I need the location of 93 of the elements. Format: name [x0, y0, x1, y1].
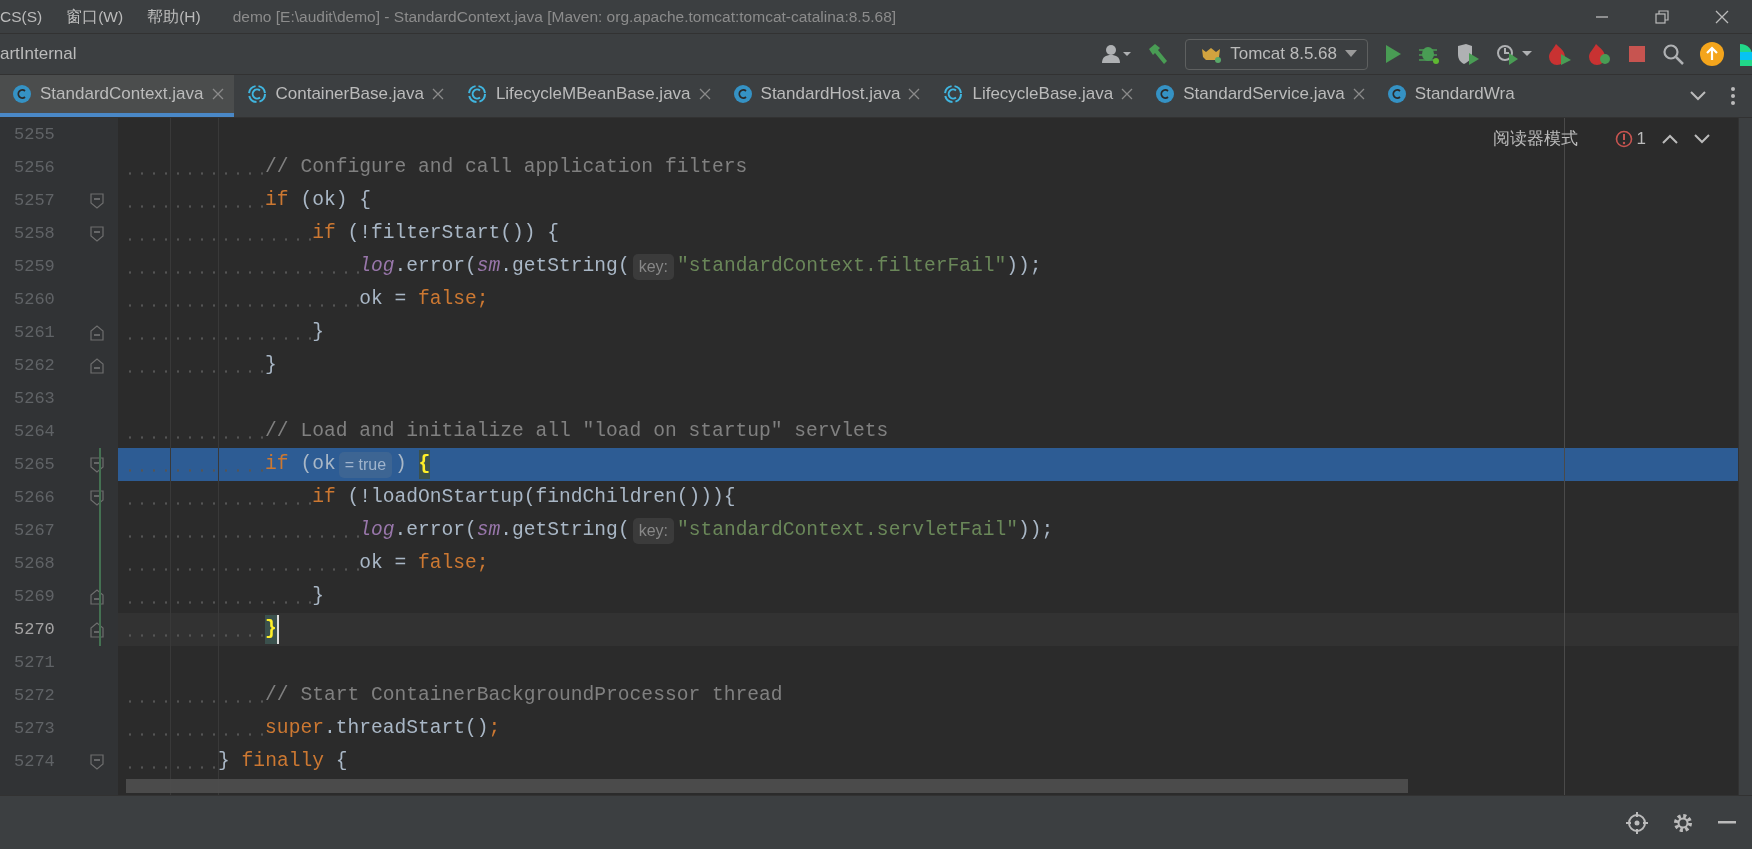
menu-item[interactable]: CS(S): [0, 4, 43, 29]
flame-run-icon[interactable]: [1548, 43, 1572, 65]
code-line: } finally {: [118, 745, 1738, 778]
close-icon[interactable]: [698, 88, 711, 100]
chevron-down-icon[interactable]: [1690, 91, 1706, 101]
field-name: sm: [476, 517, 501, 543]
user-icon[interactable]: [1101, 44, 1132, 64]
string-literal: "standardContext.filterFail": [677, 253, 1007, 279]
app-logo-icon[interactable]: [1740, 42, 1752, 66]
horizontal-scrollbar[interactable]: [126, 779, 1408, 793]
code-text: ));: [1018, 517, 1054, 543]
code-text: (ok: [299, 451, 336, 477]
file-tab[interactable]: ContainerBase.java: [233, 75, 454, 117]
window-title: demo [E:\audit\demo] - StandardContext.java [Maven: org.apache.tomcat:tomcat-catalina:8.5.68]: [232, 6, 897, 27]
code-line: if (!loadOnStartup(findChildren())){: [118, 481, 1738, 514]
close-icon[interactable]: [211, 88, 224, 100]
class-icon: [12, 84, 32, 104]
close-icon[interactable]: [908, 88, 921, 100]
file-tab[interactable]: LifecycleMBeanBase.java: [453, 75, 721, 117]
class-icon: [1155, 84, 1176, 104]
parameter-hint: = true: [338, 451, 393, 478]
settings-icon[interactable]: [1672, 811, 1694, 834]
code-text: .error(: [394, 517, 477, 543]
file-tab[interactable]: LifecycleBase.java: [930, 75, 1144, 117]
hammer-icon[interactable]: [1147, 43, 1170, 65]
fold-icon[interactable]: [90, 357, 104, 374]
field-name: sm: [476, 253, 501, 279]
code-line: // Start ContainerBackgroundProcessor thread: [118, 679, 1738, 712]
caret-icon: [1345, 50, 1357, 58]
error-icon: [1614, 129, 1633, 148]
minimize-icon[interactable]: [1718, 820, 1736, 825]
profiler-icon[interactable]: [1496, 43, 1532, 65]
menu-item[interactable]: 窗口(W): [66, 4, 124, 29]
file-tab[interactable]: StandardHost.java: [720, 75, 931, 117]
problems-indicator[interactable]: 1: [1614, 126, 1646, 152]
code-line: super.threadStart();: [118, 712, 1738, 745]
file-tab[interactable]: StandardWra: [1374, 75, 1525, 117]
close-icon[interactable]: [1715, 9, 1729, 24]
line-number: 5270: [13, 618, 56, 641]
code-text: ));: [1006, 253, 1042, 279]
chevron-up-icon[interactable]: [1662, 133, 1678, 144]
fold-icon[interactable]: [90, 621, 104, 638]
fold-icon[interactable]: [90, 753, 104, 770]
update-icon[interactable]: [1700, 42, 1724, 66]
code-line: if (!filterStart()) {: [118, 217, 1738, 250]
parameter-hint: key:: [632, 253, 674, 280]
restore-icon[interactable]: [1655, 9, 1669, 24]
code-text: .getString(: [500, 253, 630, 279]
code-line: ok = false;: [118, 547, 1738, 580]
fold-icon[interactable]: [90, 489, 104, 506]
crosshair-icon[interactable]: [1626, 811, 1648, 834]
menu-item[interactable]: 帮助(H): [147, 4, 201, 29]
fold-icon[interactable]: [90, 456, 104, 473]
fold-icon[interactable]: [90, 192, 104, 209]
string-literal: "standardContext.servletFail": [677, 517, 1018, 543]
run-configuration-dropdown[interactable]: Tomcat 8.5.68: [1185, 38, 1368, 70]
class-icon: [1386, 84, 1407, 104]
parameter-hint: key:: [632, 517, 674, 544]
coverage-icon[interactable]: [1456, 43, 1480, 65]
code-text: .error(: [394, 253, 477, 279]
run-icon[interactable]: [1384, 44, 1402, 64]
file-tab[interactable]: StandardContext.java: [0, 75, 234, 117]
stop-icon[interactable]: [1628, 45, 1646, 63]
flame-debug-icon[interactable]: [1588, 43, 1612, 65]
field-name: log: [359, 253, 395, 279]
file-tab[interactable]: StandardService.java: [1143, 75, 1375, 117]
search-icon[interactable]: [1662, 43, 1684, 65]
code-line: }: [118, 316, 1738, 349]
code-line: if (ok) {: [118, 184, 1738, 217]
abstract-class-icon: [245, 84, 268, 104]
fold-icon[interactable]: [90, 225, 104, 242]
code-line: // Configure and call application filters: [118, 151, 1738, 184]
keyword: if: [265, 451, 289, 477]
field-name: log: [359, 517, 395, 543]
code-line: ok = false;: [118, 283, 1738, 316]
abstract-class-icon: [942, 84, 965, 104]
code-line: }: [118, 580, 1738, 613]
code-text: .getString(: [500, 517, 630, 543]
fold-icon[interactable]: [90, 324, 104, 341]
class-icon: [732, 84, 753, 104]
close-icon[interactable]: [1352, 88, 1365, 100]
breadcrumb-text[interactable]: artInternal: [0, 41, 77, 67]
code-text: ): [395, 451, 408, 477]
fold-icon[interactable]: [90, 588, 104, 605]
more-icon[interactable]: [1730, 86, 1736, 106]
code-line: }: [118, 349, 1738, 382]
reader-mode-link[interactable]: 阅读器模式: [1492, 126, 1578, 152]
close-icon[interactable]: [431, 88, 444, 100]
chevron-down-icon[interactable]: [1694, 133, 1710, 144]
close-icon[interactable]: [1121, 88, 1134, 100]
brace: {: [418, 449, 431, 480]
code-line: // Load and initialize all "load on startup" servlets: [118, 415, 1738, 448]
abstract-class-icon: [465, 84, 488, 104]
